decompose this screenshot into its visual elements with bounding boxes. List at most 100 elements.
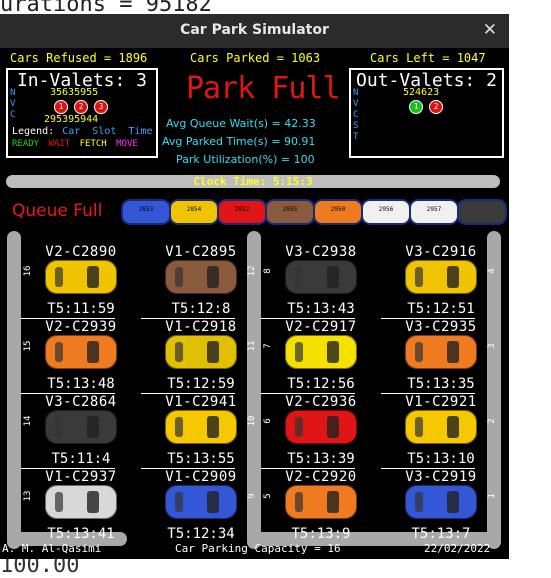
- car-rear-window: [175, 417, 183, 437]
- slot-car-id: V2-C2920: [285, 469, 357, 485]
- slot-car-id: V3-C2935: [405, 319, 477, 335]
- parked-car: [285, 410, 357, 444]
- row-label-t: T: [353, 132, 359, 142]
- row-label-n: N: [10, 88, 16, 98]
- parking-slot: V2-C2939 15 T5:13:48: [21, 319, 141, 394]
- clock-bar: Clock Time: 5:15:3: [6, 175, 500, 188]
- car-rear-window: [415, 342, 423, 362]
- slot-time: T5:13:35: [407, 376, 475, 392]
- clock-time: Clock Time: 5:15:3: [193, 175, 313, 188]
- queue-car: 2957: [409, 199, 459, 225]
- queue-car-label: 2854: [186, 206, 202, 213]
- slot-number: 13: [23, 490, 33, 502]
- parked-car: [285, 335, 357, 369]
- parked-car: [165, 410, 237, 444]
- slot-car-id: V1-C2918: [165, 319, 237, 335]
- parked-car: [45, 260, 117, 294]
- avg-parked-time: Avg Parked Time(s) = 90.91: [162, 135, 316, 148]
- parked-car: [405, 410, 477, 444]
- slot-number: 16: [23, 265, 33, 277]
- title-bar[interactable]: Car Park Simulator ✕: [0, 14, 509, 48]
- car-rear-window: [415, 492, 423, 512]
- parked-car: [405, 260, 477, 294]
- slot-number: 2: [487, 418, 497, 424]
- queue-car: 2853: [121, 199, 171, 225]
- slot-time: T5:11:4: [51, 451, 111, 467]
- slot-car-id: V1-C2937: [45, 469, 117, 485]
- out-valets-car-numbers: 524623: [403, 87, 440, 98]
- park-utilization: Park Utilization(%) = 100: [176, 153, 315, 166]
- car-rear-window: [55, 417, 63, 437]
- car-windshield: [87, 266, 99, 288]
- slot-car-id: V3-C2938: [285, 244, 357, 260]
- in-valets-panel: In-Valets: 3 N V C 35635955 1 2 3 295395…: [6, 68, 158, 158]
- car-windshield: [207, 341, 219, 363]
- simulator-window: Car Park Simulator ✕ Cars Refused = 1896…: [0, 14, 509, 559]
- parking-slot: V2-C2936 6 T5:13:39: [261, 394, 381, 469]
- queue-car-label: 2950: [330, 206, 346, 213]
- parking-slot: V2-C2917 7 T5:12:56: [261, 319, 381, 394]
- in-valet-3-indicator: 3: [94, 100, 108, 114]
- slot-car-id: V3-C2916: [405, 244, 477, 260]
- car-windshield: [207, 266, 219, 288]
- queue-car: 2955: [265, 199, 315, 225]
- slot-car-id: V2-C2890: [45, 244, 117, 260]
- slot-time: T5:12:51: [407, 301, 475, 317]
- parked-car: [45, 335, 117, 369]
- parking-slot: V3-C2938 8 T5:13:43: [261, 244, 381, 319]
- parked-car: [165, 260, 237, 294]
- in-valet-2-indicator: 2: [74, 100, 88, 114]
- capacity: Car Parking Capacity = 16: [175, 542, 341, 555]
- cars-left-stat: Cars Left = 1047: [370, 51, 486, 65]
- close-icon[interactable]: ✕: [483, 20, 497, 40]
- in-valets-car-numbers: 35635955: [50, 87, 99, 98]
- car-windshield: [87, 491, 99, 513]
- parking-slot: V1-C2895 12 T5:12:8: [141, 244, 261, 319]
- parking-slot: V1-C2921 2 T5:13:10: [381, 394, 501, 469]
- car-windshield: [447, 491, 459, 513]
- slot-time: T5:13:48: [47, 376, 115, 392]
- parking-slot: V3-C2919 1 T5:13:7: [381, 469, 501, 544]
- queue-car: 2854: [169, 199, 219, 225]
- slot-number: 7: [263, 343, 273, 349]
- car-rear-window: [55, 267, 63, 287]
- legend-time: Time: [128, 126, 153, 137]
- slot-car-id: V1-C2921: [405, 394, 477, 410]
- slot-car-id: V2-C2939: [45, 319, 117, 335]
- car-rear-window: [295, 492, 303, 512]
- slot-number: 3: [487, 343, 497, 349]
- date: 22/02/2022: [424, 542, 491, 555]
- out-valet-2-indicator: 2: [429, 100, 443, 114]
- state-fetch: FETCH: [79, 139, 107, 149]
- parking-slot: V2-C2890 16 T5:11:59: [21, 244, 141, 319]
- simulation-canvas: Cars Refused = 1896 Cars Parked = 1063 C…: [0, 48, 509, 559]
- car-windshield: [327, 341, 339, 363]
- car-rear-window: [175, 492, 183, 512]
- car-windshield: [447, 266, 459, 288]
- state-move: MOVE: [116, 139, 138, 149]
- slot-car-id: V1-C2909: [165, 469, 237, 485]
- parked-car: [165, 335, 237, 369]
- queue-full-label: Queue Full: [12, 201, 103, 221]
- queue-car: 2956: [361, 199, 411, 225]
- car-windshield: [327, 491, 339, 513]
- legend-car: Car: [62, 126, 81, 137]
- car-windshield: [327, 266, 339, 288]
- parking-slot: V1-C2941 10 T5:13:55: [141, 394, 261, 469]
- car-windshield: [87, 341, 99, 363]
- parking-slot: V1-C2937 13 T5:13:41: [21, 469, 141, 544]
- cars-parked-stat: Cars Parked = 1063: [190, 51, 321, 65]
- lane-left: [7, 231, 21, 549]
- queue-car-label: 2956: [378, 206, 394, 213]
- parked-car: [45, 410, 117, 444]
- avg-queue-wait: Avg Queue Wait(s) = 42.33: [166, 117, 316, 130]
- row-label-s: S: [353, 121, 359, 131]
- cars-refused-stat: Cars Refused = 1896: [10, 51, 148, 65]
- out-valet-1-indicator: 1: [409, 100, 423, 114]
- row-label-v: V: [353, 99, 359, 109]
- slot-time: T5:13:9: [291, 526, 351, 542]
- slot-number: 6: [263, 418, 273, 424]
- state-wait: WAIT: [48, 139, 71, 149]
- car-rear-window: [295, 342, 303, 362]
- row-label-c: C: [353, 110, 359, 120]
